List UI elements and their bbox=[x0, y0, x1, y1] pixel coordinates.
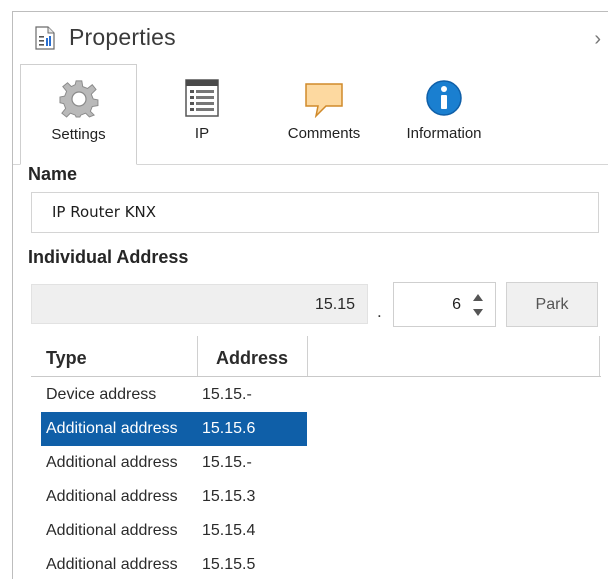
address-area-value: 15.15 bbox=[314, 296, 355, 313]
tab-comments[interactable]: Comments bbox=[269, 64, 379, 164]
window-list-icon bbox=[185, 79, 219, 117]
tab-ip[interactable]: IP bbox=[157, 64, 247, 164]
table-row[interactable]: Additional address 15.15.5 bbox=[31, 548, 608, 582]
tab-settings-label: Settings bbox=[51, 126, 106, 143]
gear-icon bbox=[58, 80, 98, 118]
column-header-type[interactable]: Type bbox=[46, 348, 87, 369]
comment-icon bbox=[305, 83, 343, 118]
column-divider[interactable] bbox=[197, 336, 198, 376]
tab-information-label: Information bbox=[406, 125, 482, 142]
collapse-chevron-icon[interactable]: › bbox=[594, 28, 601, 51]
properties-panel: Properties › Settings IP Comments Inform… bbox=[12, 11, 608, 579]
address-separator: . bbox=[377, 302, 382, 321]
table-row[interactable]: Device address 15.15.- bbox=[31, 378, 608, 412]
tab-comments-label: Comments bbox=[287, 125, 361, 142]
table-row-selected[interactable]: Additional address 15.15.6 bbox=[31, 412, 608, 446]
table-row[interactable]: Additional address 15.15.- bbox=[31, 446, 608, 480]
info-icon bbox=[426, 80, 462, 116]
row-address: 15.15.5 bbox=[202, 556, 256, 573]
properties-icon bbox=[35, 26, 55, 50]
row-type: Additional address bbox=[46, 556, 178, 573]
park-button[interactable]: Park bbox=[506, 282, 598, 327]
row-type: Additional address bbox=[46, 454, 178, 471]
spin-arrows-icon[interactable] bbox=[471, 291, 485, 319]
individual-address-label: Individual Address bbox=[28, 247, 189, 267]
tab-information[interactable]: Information bbox=[389, 64, 499, 164]
panel-title: Properties bbox=[69, 24, 176, 50]
name-label: Name bbox=[28, 164, 78, 184]
tab-settings[interactable]: Settings bbox=[20, 64, 137, 165]
row-address: 15.15.- bbox=[202, 454, 252, 471]
row-type: Additional address bbox=[46, 420, 178, 437]
table-row[interactable]: Additional address 15.15.3 bbox=[31, 480, 608, 514]
name-field[interactable]: IP Router KNX bbox=[31, 192, 599, 233]
device-number-value: 6 bbox=[452, 296, 461, 313]
row-address: 15.15.3 bbox=[202, 488, 256, 505]
column-divider[interactable] bbox=[307, 336, 308, 376]
table-header: Type Address bbox=[31, 336, 601, 377]
table-row[interactable]: Additional address 15.15.4 bbox=[31, 514, 608, 548]
column-divider bbox=[599, 336, 600, 376]
row-address: 15.15.6 bbox=[202, 420, 256, 437]
address-table: Type Address Device address 15.15.- Addi… bbox=[31, 336, 608, 580]
panel-header: Properties › bbox=[13, 12, 608, 64]
tab-ip-label: IP bbox=[194, 125, 210, 142]
row-address: 15.15.4 bbox=[202, 522, 256, 539]
row-type: Device address bbox=[46, 386, 157, 403]
tab-bar: Settings IP Comments Information bbox=[13, 64, 608, 165]
row-type: Additional address bbox=[46, 522, 178, 539]
column-header-address[interactable]: Address bbox=[216, 348, 288, 369]
row-type: Additional address bbox=[46, 488, 178, 505]
address-area-field: 15.15 bbox=[31, 284, 368, 324]
row-address: 15.15.- bbox=[202, 386, 252, 403]
device-number-stepper[interactable]: 6 bbox=[393, 282, 496, 327]
